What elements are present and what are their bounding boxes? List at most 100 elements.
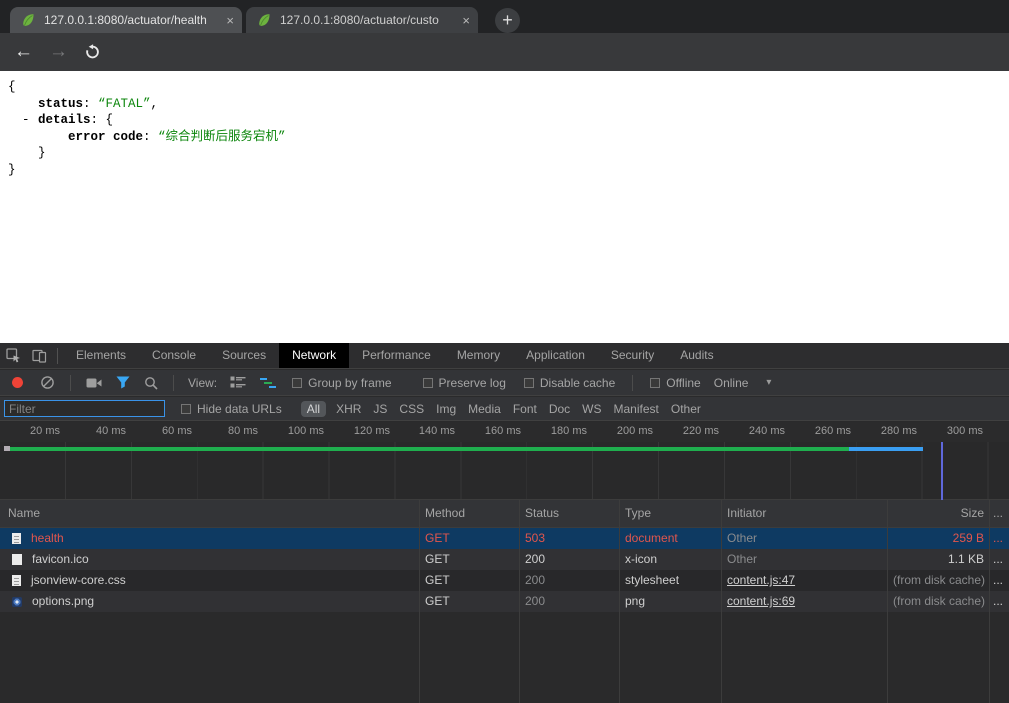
request-name: options.png [32,591,94,612]
table-row-jsonview-core-css[interactable]: jsonview-core.css GET 200 stylesheet con… [0,570,1009,591]
divider [70,375,71,391]
ruler-tick: 120 ms [330,425,390,437]
document-icon [12,533,21,544]
offline-label: Offline [666,376,700,390]
col-size[interactable]: Size [888,500,990,527]
request-size: (from disk cache) [888,591,990,612]
tab-elements[interactable]: Elements [63,343,139,368]
hide-data-urls-checkbox[interactable] [181,404,191,414]
filter-doc[interactable]: Doc [549,402,570,416]
divider [173,375,174,391]
tab-application[interactable]: Application [513,343,598,368]
filter-xhr[interactable]: XHR [336,402,361,416]
filter-font[interactable]: Font [513,402,537,416]
col-type[interactable]: Type [620,500,722,527]
tab-network[interactable]: Network [279,343,349,368]
collapse-toggle-icon[interactable]: - [22,112,30,129]
request-method: GET [420,549,520,570]
request-waterfall: ... [990,570,1009,591]
preserve-log-option[interactable]: Preserve log [423,376,506,390]
record-icon[interactable] [12,377,23,388]
screenshot-camera-icon[interactable] [79,370,109,396]
ruler-tick: 280 ms [857,425,917,437]
table-row-health[interactable]: health GET 503 document Other 259 B ... [0,528,1009,549]
new-tab-button[interactable]: + [495,8,520,33]
offline-checkbox[interactable] [650,378,660,388]
tab-performance[interactable]: Performance [349,343,444,368]
col-initiator[interactable]: Initiator [722,500,888,527]
clear-icon[interactable] [33,370,62,396]
json-open-brace: { [106,113,114,127]
ruler-tick: 180 ms [527,425,587,437]
ruler-tick: 80 ms [198,425,258,437]
tab-actuator-custom[interactable]: 127.0.0.1:8080/actuator/custo × [246,7,478,33]
back-icon[interactable]: ← [14,33,33,71]
tab-strip: 127.0.0.1:8080/actuator/health × 127.0.0… [0,0,1009,33]
ruler-tick: 100 ms [264,425,324,437]
col-method[interactable]: Method [420,500,520,527]
tab-console[interactable]: Console [139,343,209,368]
json-comma: , [151,97,159,111]
table-row-favicon[interactable]: favicon.ico GET 200 x-icon Other 1.1 KB … [0,549,1009,570]
throttling-select[interactable]: Online [714,376,749,390]
reload-icon[interactable] [84,44,101,60]
filter-js[interactable]: JS [373,402,387,416]
offline-option[interactable]: Offline [650,376,700,390]
tab-sources[interactable]: Sources [209,343,279,368]
tab-memory[interactable]: Memory [444,343,513,368]
request-size: 259 B [888,528,990,549]
filter-other[interactable]: Other [671,402,701,416]
overview-waterfall-icon[interactable] [253,370,283,396]
device-toolbar-icon[interactable] [26,343,52,368]
filter-manifest[interactable]: Manifest [614,402,659,416]
filter-ws[interactable]: WS [582,402,601,416]
request-size: 1.1 KB [888,549,990,570]
preserve-log-checkbox[interactable] [423,378,433,388]
json-value-error-code: “综合判断后服务宕机” [158,130,286,144]
disable-cache-checkbox[interactable] [524,378,534,388]
col-waterfall[interactable]: ... [990,500,1009,527]
request-method: GET [420,591,520,612]
json-colon: : [91,113,106,127]
disable-cache-option[interactable]: Disable cache [524,376,615,390]
filter-media[interactable]: Media [468,402,501,416]
filter-funnel-icon[interactable] [109,370,137,396]
request-initiator-link[interactable]: content.js:47 [722,570,888,591]
ruler-tick: 40 ms [66,425,126,437]
view-label: View: [188,376,217,390]
filter-img[interactable]: Img [436,402,456,416]
tab-actuator-health[interactable]: 127.0.0.1:8080/actuator/health × [10,7,242,33]
filter-input[interactable] [4,400,165,417]
json-line: { [0,79,1009,96]
group-by-frame-checkbox[interactable] [292,378,302,388]
json-key-details: details [38,113,91,127]
network-overview[interactable] [0,442,1009,500]
divider [57,348,58,364]
json-key-error-code: error code [68,130,143,144]
json-line: error code: “综合判断后服务宕机” [0,129,1009,146]
inspect-element-icon[interactable] [0,343,26,368]
filter-all-pill[interactable]: All [301,401,326,417]
ruler-tick: 200 ms [593,425,653,437]
requests-table-header: Name Method Status Type Initiator Size .… [0,500,1009,528]
request-initiator-link[interactable]: content.js:69 [722,591,888,612]
chevron-down-icon[interactable]: ▾ [766,377,771,388]
filter-css[interactable]: CSS [399,402,424,416]
col-status[interactable]: Status [520,500,620,527]
browser-window: 127.0.0.1:8080/actuator/health × 127.0.0… [0,0,1009,703]
overview-waiting-bar [10,447,849,451]
request-size: (from disk cache) [888,570,990,591]
search-icon[interactable] [137,370,165,396]
tab-audits[interactable]: Audits [667,343,726,368]
hide-data-urls-option[interactable]: Hide data URLs [181,402,282,416]
tab-close-icon[interactable]: × [226,13,234,28]
overview-download-bar [849,447,923,451]
group-by-frame-option[interactable]: Group by frame [292,376,391,390]
large-rows-view-icon[interactable] [223,370,253,396]
tab-close-icon[interactable]: × [462,13,470,28]
disable-cache-label: Disable cache [540,376,615,390]
request-type: x-icon [620,549,722,570]
table-row-options-png[interactable]: options.png GET 200 png content.js:69 (f… [0,591,1009,612]
col-name[interactable]: Name [0,500,420,527]
tab-security[interactable]: Security [598,343,667,368]
